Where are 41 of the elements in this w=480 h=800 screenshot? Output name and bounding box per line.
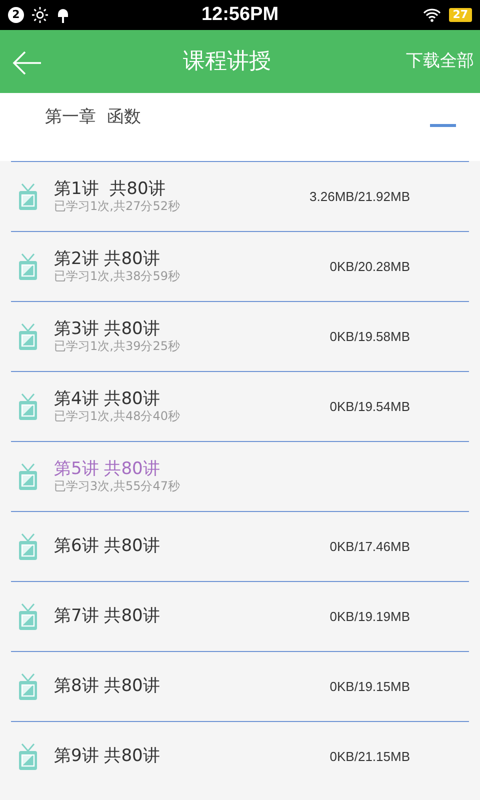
android-icon (56, 7, 70, 23)
lesson-progress: 已学习1次,共27分52秒 (54, 198, 180, 214)
brightness-icon (32, 7, 48, 23)
tv-icon (18, 462, 38, 490)
lesson-title: 第4讲 共80讲 (54, 388, 161, 409)
tv-icon (18, 252, 38, 280)
chapter-title: 第一章 函数 (45, 106, 141, 129)
back-arrow-icon (12, 51, 42, 76)
wifi-icon (422, 8, 441, 22)
lesson-title: 第3讲 共80讲 (54, 318, 161, 339)
tv-icon (18, 532, 38, 560)
tv-icon (18, 672, 38, 700)
download-size: 3.26MB/21.92MB (308, 188, 410, 206)
page-title: 课程讲授 (182, 48, 272, 76)
lesson-title: 第7讲 共80讲 (54, 606, 160, 627)
notification-count: 2 (8, 7, 24, 23)
lesson-title: 第9讲 共80讲 (54, 746, 160, 767)
tv-icon (18, 182, 38, 210)
download-size: 0KB/19.58MB (328, 328, 410, 346)
tv-icon (18, 392, 38, 420)
lesson-progress: 已学习3次,共55分47秒 (54, 478, 180, 494)
tv-icon (18, 322, 38, 350)
download-size: 0KB/19.54MB (328, 398, 410, 416)
download-size: 0KB/19.15MB (328, 678, 410, 696)
download-size: 0KB/20.28MB (328, 258, 410, 276)
lesson-progress: 已学习1次,共48分40秒 (54, 408, 180, 424)
lesson-title: 第5讲 共80讲 (54, 458, 161, 479)
lesson-progress: 已学习1次,共38分59秒 (54, 268, 180, 284)
lesson-title: 第6讲 共80讲 (54, 536, 160, 557)
download-size: 0KB/19.19MB (328, 608, 410, 626)
lesson-title: 第1讲 共80讲 (54, 178, 166, 199)
lesson-title: 第8讲 共80讲 (54, 676, 160, 697)
status-time: 12:56PM (200, 2, 280, 27)
download-size: 0KB/21.15MB (328, 748, 410, 766)
tv-icon (18, 742, 38, 770)
lesson-progress: 已学习1次,共39分25秒 (54, 338, 180, 354)
tv-icon (18, 602, 38, 630)
lesson-title: 第2讲 共80讲 (54, 248, 161, 269)
battery-level: 27 (448, 8, 472, 22)
collapse-toggle[interactable] (430, 124, 456, 127)
download-size: 0KB/17.46MB (328, 538, 410, 556)
